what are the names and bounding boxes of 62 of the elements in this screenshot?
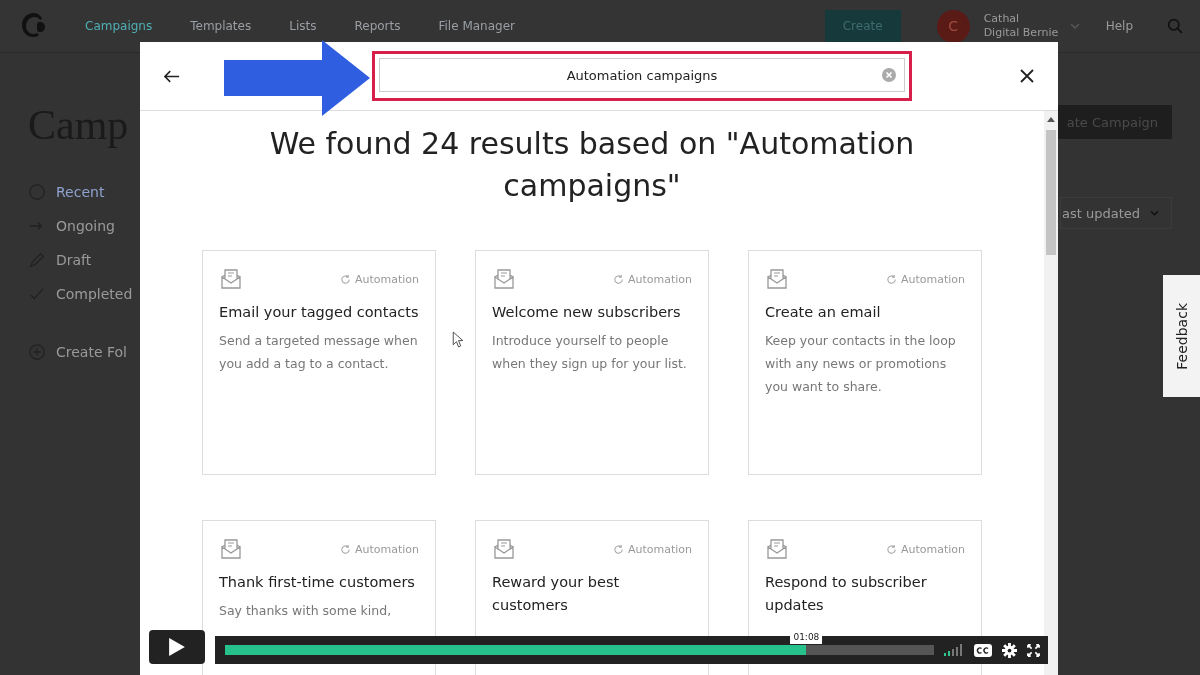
search-field[interactable]: Automation campaigns [379,58,905,92]
card-description: Introduce yourself to people when they sign up for your list. [492,332,688,373]
card-title: Email your tagged contacts [219,303,419,322]
sort-dropdown[interactable]: ast updated [1060,197,1172,229]
nav-link[interactable]: Templates [190,19,252,33]
nav-link[interactable]: Reports [354,19,401,33]
sidebar-item[interactable]: Ongoing [28,209,178,243]
envelope-icon [765,537,789,561]
card-description: Send a targeted message when you add a tag to a contact. [219,332,419,373]
template-card[interactable]: Automation Email your tagged contacts Send a targeted message when you add a tag to a contact. [202,250,436,475]
envelope-icon [219,537,243,561]
back-arrow-icon[interactable] [164,69,180,83]
card-title: Respond to subscriber updates [765,573,928,615]
create-folder-link[interactable]: Create Fol [28,335,178,369]
results-heading: We found 24 results based on "Automation campaigns" [268,125,916,205]
time-tooltip: 01:08 [790,631,823,644]
chevron-down-icon [1150,210,1159,216]
nav-link[interactable]: Campaigns [85,19,153,33]
template-card[interactable]: Automation Welcome new subscribers Introduce yourself to people when they sign up for your list. [475,250,709,475]
account-subtitle: Digital Bernie [983,26,1060,40]
card-description: Say thanks with some kind, [219,602,393,620]
automation-tag: Automation [354,272,419,286]
volume-icon[interactable] [944,644,964,656]
settings-icon[interactable] [1002,642,1017,658]
account-name: Cathal [983,12,1021,26]
sidebar-item[interactable]: Recent [28,175,178,209]
play-icon [169,638,185,656]
envelope-icon [492,537,516,561]
scrollbar[interactable] [1044,111,1058,675]
envelope-icon [765,267,789,291]
refresh-icon [612,273,624,285]
automation-tag: Automation [354,542,419,556]
envelope-icon [492,267,516,291]
automation-tag: Automation [900,542,965,556]
close-icon[interactable] [1020,69,1034,83]
automation-tag: Automation [900,272,965,286]
feedback-tab[interactable]: Feedback [1163,275,1200,397]
refresh-icon [885,273,897,285]
card-title: Welcome new subscribers [492,303,682,322]
refresh-icon [339,543,351,555]
refresh-icon [612,543,624,555]
envelope-icon [219,267,243,291]
scrollbar-thumb[interactable] [1046,130,1056,255]
automation-tag: Automation [627,542,692,556]
mouse-pointer-icon [452,331,463,348]
refresh-icon [885,543,897,555]
help-link[interactable]: Help [1105,19,1133,33]
automation-tag: Automation [627,272,692,286]
nav-link[interactable]: File Manager [438,19,515,33]
nav-link[interactable]: Lists [289,19,317,33]
fullscreen-icon[interactable] [1027,643,1040,657]
scroll-up-icon[interactable] [1047,117,1055,122]
template-card[interactable]: Automation Create an email Keep your contacts in the loop with any news or promotions you want to share. [748,250,982,475]
sidebar-item[interactable]: Draft [28,243,178,277]
play-button[interactable] [149,630,205,664]
card-description: Keep your contacts in the loop with any news or promotions you want to share. [765,332,957,396]
sidebar-item[interactable]: Completed [28,277,178,311]
captions-icon[interactable] [974,643,992,657]
card-title: Reward your best customers [492,573,621,615]
refresh-icon [339,273,351,285]
card-title: Thank first-time customers [219,573,416,592]
card-title: Create an email [765,303,882,322]
